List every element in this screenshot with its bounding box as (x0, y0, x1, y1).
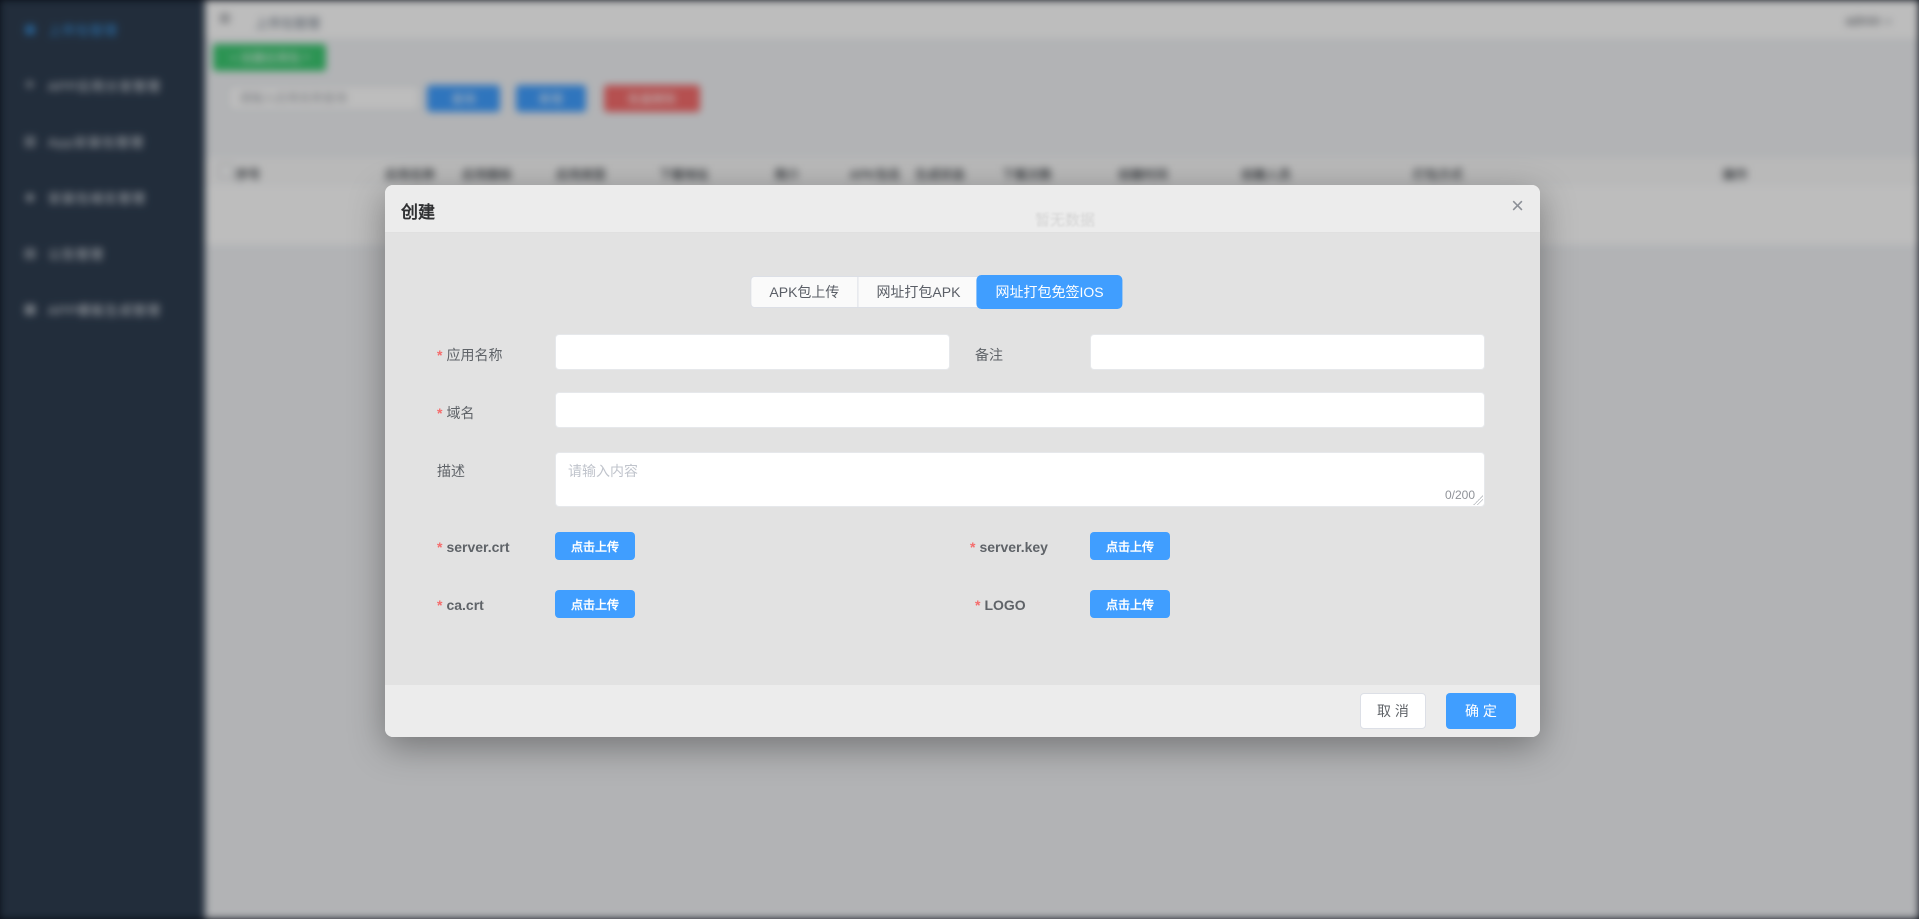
dialog-title: 创建 (401, 198, 435, 223)
required-marker: * (437, 405, 442, 421)
remark-input[interactable] (1090, 334, 1485, 370)
tab-url-pack-apk[interactable]: 网址打包APK (857, 277, 978, 307)
logo-upload-button[interactable]: 点击上传 (1090, 590, 1170, 618)
server-key-label-text: server.key (979, 539, 1048, 555)
tab-apk-upload[interactable]: APK包上传 (751, 277, 857, 307)
remark-label: 备注 (975, 345, 1003, 365)
close-icon[interactable]: × (1511, 195, 1524, 217)
domain-label: *域名 (437, 403, 474, 423)
logo-label: *LOGO (975, 597, 1026, 613)
required-marker: * (437, 347, 442, 363)
cancel-button[interactable]: 取 消 (1360, 693, 1426, 729)
app-name-label: *应用名称 (437, 345, 502, 365)
required-marker: * (970, 539, 975, 555)
app-name-input[interactable] (555, 334, 950, 370)
logo-label-text: LOGO (984, 597, 1025, 613)
server-crt-label: *server.crt (437, 539, 510, 555)
tab-url-pack-ios[interactable]: 网址打包免签IOS (977, 276, 1121, 308)
domain-input[interactable] (555, 392, 1485, 428)
server-key-upload-button[interactable]: 点击上传 (1090, 532, 1170, 560)
ghost-empty-text: 暂无数据 (1035, 209, 1095, 230)
domain-label-text: 域名 (446, 405, 474, 421)
app-name-label-text: 应用名称 (446, 347, 502, 363)
create-dialog: 创建 × 暂无数据 APK包上传 网址打包APK 网址打包免签IOS *应用名称… (385, 185, 1540, 737)
dialog-header: 创建 × (385, 185, 1540, 233)
required-marker: * (975, 597, 980, 613)
char-counter: 0/200 (1445, 488, 1475, 502)
description-textarea[interactable] (555, 452, 1485, 507)
confirm-button[interactable]: 确 定 (1446, 693, 1516, 729)
server-crt-upload-button[interactable]: 点击上传 (555, 532, 635, 560)
required-marker: * (437, 597, 442, 613)
package-type-tabs: APK包上传 网址打包APK 网址打包免签IOS (750, 276, 1121, 308)
server-crt-label-text: server.crt (446, 539, 509, 555)
ca-crt-upload-button[interactable]: 点击上传 (555, 590, 635, 618)
resize-handle-icon[interactable] (1473, 495, 1483, 505)
ca-crt-label: *ca.crt (437, 597, 484, 613)
description-field: 0/200 (555, 452, 1485, 507)
ca-crt-label-text: ca.crt (446, 597, 483, 613)
required-marker: * (437, 539, 442, 555)
server-key-label: *server.key (970, 539, 1048, 555)
description-label: 描述 (437, 461, 465, 481)
